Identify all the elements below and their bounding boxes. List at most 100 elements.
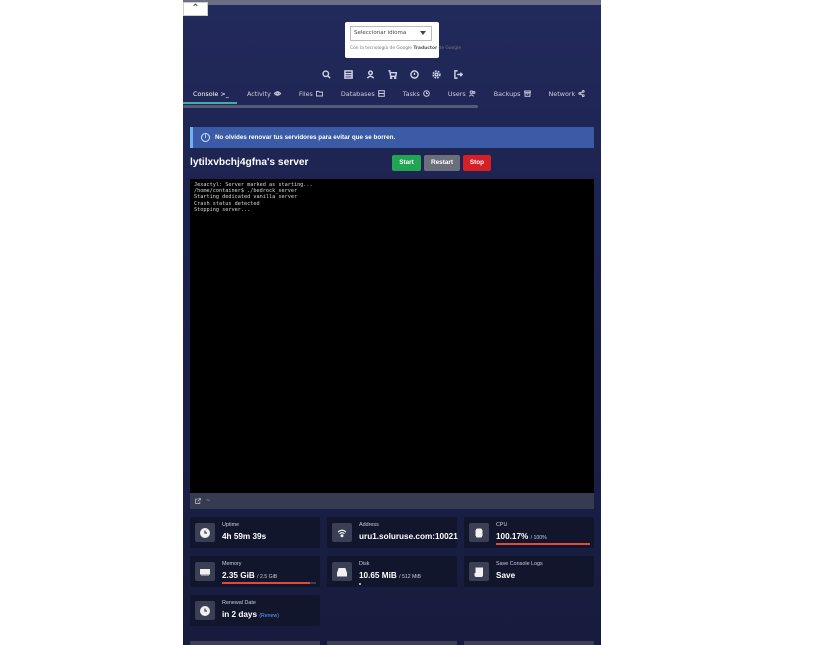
server-icon[interactable] bbox=[343, 66, 353, 82]
stat-value[interactable]: uru1.soluruse.com:10021 bbox=[359, 532, 458, 541]
attribution-suffix: de Google bbox=[438, 46, 461, 51]
tab-console[interactable]: Console >_ bbox=[183, 86, 237, 104]
tab-tasks[interactable]: Tasks bbox=[393, 86, 438, 104]
memory-value: 2.35 GiB bbox=[222, 571, 255, 580]
stat-label: Uptime bbox=[222, 522, 240, 528]
help-icon[interactable] bbox=[409, 66, 419, 82]
memory-usage-bar bbox=[222, 582, 316, 584]
tab-files[interactable]: Files bbox=[289, 86, 331, 104]
clock-icon bbox=[195, 601, 215, 620]
collapse-button[interactable]: ⌃ bbox=[183, 2, 208, 16]
stat-value: 4h 59m 39s bbox=[222, 532, 266, 541]
restart-button[interactable]: Restart bbox=[424, 155, 460, 171]
stat-value: 100.17% / 100% bbox=[496, 532, 547, 541]
memory-icon bbox=[195, 562, 215, 581]
renewal-alert: i No olvides renovar tus servidores para… bbox=[190, 127, 594, 148]
stop-button[interactable]: Stop bbox=[463, 155, 491, 171]
tabs-scrollbar[interactable] bbox=[183, 105, 478, 108]
memory-usage-fill bbox=[222, 582, 311, 584]
cpu-icon bbox=[469, 523, 489, 542]
stat-address: Address uru1.soluruse.com:10021 bbox=[327, 517, 458, 548]
server-title: lytilxvbchj4gfna's server bbox=[190, 157, 309, 168]
info-icon: i bbox=[201, 133, 210, 142]
stat-label: Save Console Logs bbox=[496, 561, 543, 567]
disk-value: 10.65 MiB bbox=[359, 571, 397, 580]
wifi-icon bbox=[332, 523, 352, 542]
alert-text: No olvides renovar tus servidores para e… bbox=[215, 134, 396, 141]
cpu-limit: / 100% bbox=[530, 535, 547, 541]
top-nav-icons bbox=[183, 66, 601, 84]
translate-attribution: Con la tecnología de Google Traductor de… bbox=[350, 46, 461, 51]
stat-label: Memory bbox=[222, 561, 242, 567]
start-button[interactable]: Start bbox=[392, 155, 421, 171]
google-translate-widget: Seleccionar idioma Con la tecnología de … bbox=[345, 22, 461, 58]
stat-label: Renewal Date bbox=[222, 600, 256, 606]
archive-icon bbox=[523, 90, 531, 97]
tab-label: Activity bbox=[246, 90, 271, 98]
renewal-value: in 2 days bbox=[222, 610, 258, 619]
hard-drive-icon bbox=[332, 562, 352, 581]
external-link-icon[interactable] bbox=[195, 498, 201, 504]
renew-link[interactable]: (Renew) bbox=[259, 613, 279, 619]
tab-activity[interactable]: Activity bbox=[237, 86, 289, 104]
stat-disk: Disk 10.65 MiB / 512 MiB bbox=[327, 556, 457, 587]
attribution-brand[interactable]: Traductor bbox=[413, 46, 437, 51]
search-icon[interactable] bbox=[321, 66, 331, 82]
memory-limit: / 2.5 GiB bbox=[257, 574, 278, 580]
tab-label: Console >_ bbox=[193, 90, 229, 98]
language-select[interactable]: Seleccionar idioma bbox=[350, 26, 432, 41]
server-tabs: Console >_ Activity Files Databases Task… bbox=[183, 86, 601, 106]
address-value[interactable]: uru1.soluruse.com:10021 bbox=[359, 532, 458, 541]
language-select-label: Seleccionar idioma bbox=[354, 30, 407, 36]
tab-backups[interactable]: Backups bbox=[484, 86, 539, 104]
share-icon bbox=[578, 90, 585, 97]
cpu-value: 100.17% bbox=[496, 532, 529, 541]
console-output[interactable]: Jexactyl: Server marked as starting... /… bbox=[190, 179, 594, 493]
stat-value: 2.35 GiB / 2.5 GiB bbox=[222, 571, 277, 580]
stat-uptime: Uptime 4h 59m 39s bbox=[190, 517, 320, 548]
panel-frame: ⌃ Seleccionar idioma Con la tecnología d… bbox=[183, 0, 601, 645]
tab-label: Files bbox=[298, 90, 313, 98]
top-strip bbox=[183, 0, 601, 5]
footer-card bbox=[190, 641, 320, 645]
stat-memory: Memory 2.35 GiB / 2.5 GiB bbox=[190, 556, 320, 587]
user-icon[interactable] bbox=[366, 66, 375, 82]
clock-icon bbox=[423, 90, 430, 97]
command-bar[interactable]: ~ bbox=[190, 493, 594, 509]
save-logs-button[interactable]: Save bbox=[496, 571, 515, 580]
cpu-usage-fill bbox=[496, 543, 590, 545]
disk-limit: / 512 MiB bbox=[399, 574, 421, 580]
tab-network[interactable]: Network bbox=[539, 86, 594, 104]
settings-icon[interactable] bbox=[431, 66, 441, 82]
stat-value[interactable]: Save bbox=[496, 571, 515, 580]
uptime-value: 4h 59m 39s bbox=[222, 532, 267, 541]
stat-value: in 2 days (Renew) bbox=[222, 610, 279, 619]
tab-label: Backups bbox=[493, 90, 521, 98]
stat-save-logs[interactable]: Save Console Logs Save bbox=[464, 556, 594, 587]
footer-card bbox=[464, 641, 594, 645]
tab-databases[interactable]: Databases bbox=[331, 86, 393, 104]
footer-card bbox=[327, 641, 457, 645]
eye-icon bbox=[273, 91, 281, 96]
stat-label: Address bbox=[359, 522, 379, 528]
stat-label: CPU bbox=[496, 522, 508, 528]
tab-label: Network bbox=[548, 90, 576, 98]
caret-down-icon bbox=[420, 31, 426, 35]
stat-renewal: Renewal Date in 2 days (Renew) bbox=[190, 595, 320, 626]
cart-icon[interactable] bbox=[387, 66, 397, 82]
scroll-icon bbox=[469, 562, 489, 581]
tab-label: Tasks bbox=[402, 90, 420, 98]
disk-usage-indicator bbox=[359, 583, 361, 585]
logout-icon[interactable] bbox=[453, 66, 463, 82]
stat-label: Disk bbox=[359, 561, 370, 567]
tab-label: Databases bbox=[340, 90, 375, 98]
stat-cpu: CPU 100.17% / 100% bbox=[464, 517, 594, 548]
cpu-usage-bar bbox=[496, 543, 590, 545]
tab-users[interactable]: Users bbox=[438, 86, 484, 104]
chevron-up-icon: ⌃ bbox=[191, 3, 200, 14]
database-icon bbox=[377, 90, 385, 97]
tab-startup[interactable]: St bbox=[593, 86, 601, 104]
stat-value: 10.65 MiB / 512 MiB bbox=[359, 571, 421, 580]
clock-icon bbox=[195, 523, 215, 542]
command-prompt: ~ bbox=[206, 498, 211, 504]
